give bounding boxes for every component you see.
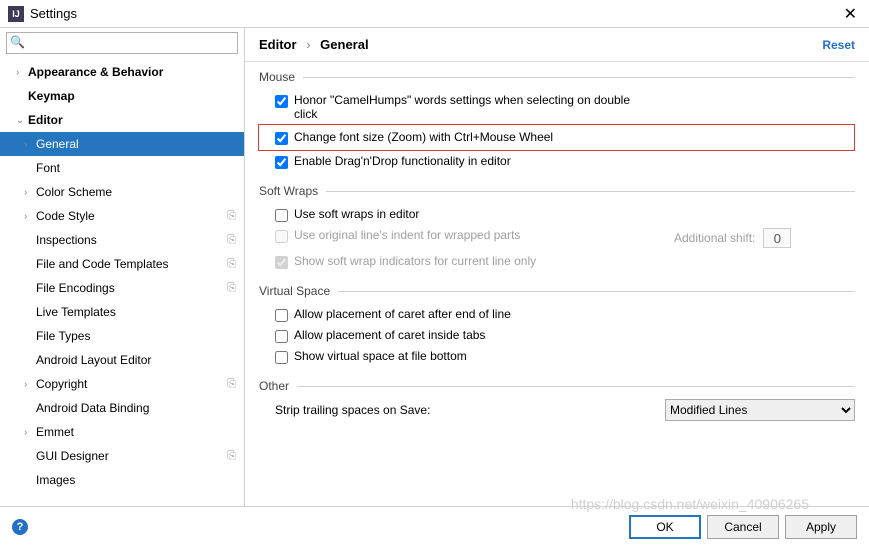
scope-icon: ⎘ (227, 282, 236, 295)
tree-item-android-layout-editor[interactable]: Android Layout Editor (0, 348, 244, 372)
apply-button[interactable]: Apply (785, 515, 857, 539)
caret-tabs-label: Allow placement of caret inside tabs (294, 328, 634, 342)
additional-shift-input (763, 228, 791, 248)
settings-tree: ›Appearance & BehaviorKeymap⌄Editor›Gene… (0, 58, 244, 506)
tree-item-label: Keymap (28, 89, 75, 103)
scope-icon: ⎘ (227, 210, 236, 223)
virtual-bottom-label: Show virtual space at file bottom (294, 349, 634, 363)
tree-item-color-scheme[interactable]: ›Color Scheme (0, 180, 244, 204)
use-softwraps-label: Use soft wraps in editor (294, 207, 634, 221)
tree-item-label: Editor (28, 113, 63, 127)
sidebar: 🔍 ›Appearance & BehaviorKeymap⌄Editor›Ge… (0, 28, 245, 506)
section-softwraps: Soft Wraps (259, 184, 318, 198)
tree-item-keymap[interactable]: Keymap (0, 84, 244, 108)
breadcrumb: Editor › General (259, 37, 369, 52)
tree-item-label: Appearance & Behavior (28, 65, 163, 79)
drag-drop-checkbox[interactable] (275, 156, 288, 169)
tree-item-label: Inspections (36, 233, 97, 247)
chevron-right-icon: › (24, 427, 36, 438)
search-input[interactable] (6, 32, 238, 54)
caret-tabs-checkbox[interactable] (275, 330, 288, 343)
search-icon: 🔍 (10, 35, 25, 49)
tree-item-file-encodings[interactable]: File Encodings ⎘ (0, 276, 244, 300)
softwrap-indicators-checkbox (275, 256, 288, 269)
tree-item-copyright[interactable]: ›Copyright ⎘ (0, 372, 244, 396)
honor-camelhumps-checkbox[interactable] (275, 95, 288, 108)
scope-icon: ⎘ (227, 450, 236, 463)
reset-link[interactable]: Reset (822, 38, 855, 52)
chevron-right-icon: › (24, 211, 36, 222)
tree-item-live-templates[interactable]: Live Templates (0, 300, 244, 324)
tree-item-font[interactable]: Font (0, 156, 244, 180)
additional-shift-label: Additional shift: (674, 231, 755, 245)
tree-item-emmet[interactable]: ›Emmet (0, 420, 244, 444)
tree-item-label: Images (36, 473, 75, 487)
original-indent-checkbox (275, 230, 288, 243)
window-title: Settings (30, 6, 840, 21)
tree-item-images[interactable]: Images (0, 468, 244, 492)
tree-item-label: Live Templates (36, 305, 116, 319)
chevron-right-icon: › (24, 139, 36, 150)
tree-item-editor[interactable]: ⌄Editor (0, 108, 244, 132)
tree-item-label: Color Scheme (36, 185, 112, 199)
ok-button[interactable]: OK (629, 515, 701, 539)
app-icon: IJ (8, 6, 24, 22)
chevron-down-icon: ⌄ (16, 115, 28, 126)
section-virtual: Virtual Space (259, 284, 330, 298)
tree-item-label: General (36, 137, 79, 151)
cancel-button[interactable]: Cancel (707, 515, 779, 539)
tree-item-file-types[interactable]: File Types (0, 324, 244, 348)
tree-item-label: File Types (36, 329, 90, 343)
help-icon[interactable]: ? (12, 519, 28, 535)
virtual-bottom-checkbox[interactable] (275, 351, 288, 364)
section-mouse: Mouse (259, 70, 295, 84)
tree-item-gui-designer[interactable]: GUI Designer ⎘ (0, 444, 244, 468)
caret-eol-checkbox[interactable] (275, 309, 288, 322)
caret-eol-label: Allow placement of caret after end of li… (294, 307, 634, 321)
drag-drop-label: Enable Drag'n'Drop functionality in edit… (294, 154, 634, 168)
close-icon[interactable]: ✕ (840, 4, 861, 24)
tree-item-inspections[interactable]: Inspections ⎘ (0, 228, 244, 252)
section-other: Other (259, 379, 289, 393)
tree-item-label: Copyright (36, 377, 87, 391)
tree-item-label: GUI Designer (36, 449, 109, 463)
scope-icon: ⎘ (227, 378, 236, 391)
tree-item-file-and-code-templates[interactable]: File and Code Templates ⎘ (0, 252, 244, 276)
tree-item-label: Code Style (36, 209, 95, 223)
scope-icon: ⎘ (227, 258, 236, 271)
strip-spaces-label: Strip trailing spaces on Save: (275, 403, 430, 417)
softwrap-indicators-label: Show soft wrap indicators for current li… (294, 254, 634, 268)
strip-spaces-select[interactable]: Modified Lines (665, 399, 855, 421)
chevron-right-icon: › (24, 379, 36, 390)
original-indent-label: Use original line's indent for wrapped p… (294, 228, 634, 242)
change-font-zoom-label: Change font size (Zoom) with Ctrl+Mouse … (294, 130, 634, 144)
tree-item-general[interactable]: ›General (0, 132, 244, 156)
chevron-right-icon: › (24, 187, 36, 198)
tree-item-appearance-behavior[interactable]: ›Appearance & Behavior (0, 60, 244, 84)
tree-item-label: File and Code Templates (36, 257, 169, 271)
scope-icon: ⎘ (227, 234, 236, 247)
tree-item-code-style[interactable]: ›Code Style ⎘ (0, 204, 244, 228)
chevron-right-icon: › (16, 67, 28, 78)
tree-item-android-data-binding[interactable]: Android Data Binding (0, 396, 244, 420)
tree-item-label: Font (36, 161, 60, 175)
tree-item-label: Android Layout Editor (36, 353, 151, 367)
use-softwraps-checkbox[interactable] (275, 209, 288, 222)
tree-item-label: File Encodings (36, 281, 115, 295)
tree-item-label: Emmet (36, 425, 74, 439)
change-font-zoom-checkbox[interactable] (275, 132, 288, 145)
tree-item-label: Android Data Binding (36, 401, 149, 415)
honor-camelhumps-label: Honor "CamelHumps" words settings when s… (294, 93, 634, 121)
